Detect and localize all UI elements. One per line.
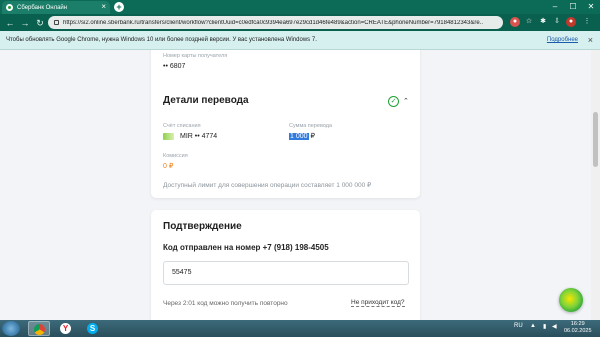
language-indicator[interactable]: RU [514,323,523,329]
browser-toolbar: ← → ↻ https://si2.online.sberbank.ru/tra… [0,14,600,31]
url-text: https://si2.online.sberbank.ru/transfers… [63,19,483,26]
new-tab-button[interactable]: + [114,2,124,12]
limit-text: Доступный лимит для совершения операции … [163,182,372,189]
bookmark-icon[interactable]: ☆ [524,17,534,27]
amount-label: Сумма перевода [289,123,333,129]
extension-icon[interactable]: ● [510,17,520,27]
details-title: Детали перевода [163,95,249,106]
taskbar-chrome[interactable] [28,321,50,336]
sber-assistant-button[interactable] [559,288,583,312]
browser-tab[interactable]: Сбербанк Онлайн × [2,1,110,14]
forward-arrow-icon[interactable]: → [19,17,31,29]
menu-kebab-icon[interactable]: ⋮ [582,17,592,27]
clock-time: 16:29 [570,321,585,327]
windows-taskbar: Y S RU ▲ ▮ ◀ 16:29 06.02.2025 [0,320,600,337]
system-clock[interactable]: 16:29 06.02.2025 [564,321,592,335]
tab-close-icon[interactable]: × [101,2,106,12]
profile-avatar-icon[interactable]: ● [566,17,576,27]
browser-tab-strip: Сбербанк Онлайн × + – ☐ ✕ [0,0,600,14]
lock-icon [54,20,59,25]
skype-icon: S [87,323,98,334]
confirmation-card: Подтверждение Код отправлен на номер +7 … [151,210,420,320]
maximize-button[interactable]: ☐ [564,0,582,14]
taskbar-yandex[interactable]: Y [55,321,77,336]
infobar-close-icon[interactable]: × [588,35,593,45]
network-icon[interactable]: ▮ [543,323,546,330]
amount-currency: ₽ [310,133,315,140]
yandex-browser-icon: Y [60,323,71,334]
extensions-puzzle-icon[interactable]: ✱ [538,17,548,27]
confirmation-title: Подтверждение [163,221,242,232]
sberbank-favicon-icon [6,4,13,11]
check-circle-icon: ✓ [388,96,399,107]
recipient-card-value: •• 6807 [163,63,186,70]
page-content: Номер карты получателя •• 6807 Детали пе… [0,50,600,320]
start-button[interactable] [2,321,20,336]
back-arrow-icon[interactable]: ← [4,17,16,29]
recipient-card-label: Номер карты получателя [163,53,228,59]
infobar-more-link[interactable]: Подробнее [547,37,578,43]
reload-icon[interactable]: ↻ [34,17,46,29]
chrome-update-infobar: Чтобы обновлять Google Chrome, нужна Win… [0,31,600,50]
code-sent-text: Код отправлен на номер +7 (918) 198-4505 [163,243,329,252]
address-bar[interactable]: https://si2.online.sberbank.ru/transfers… [48,16,503,29]
chrome-icon [34,324,45,335]
close-window-button[interactable]: ✕ [582,0,600,14]
tab-title: Сбербанк Онлайн [17,4,68,11]
window-controls: – ☐ ✕ [546,0,600,14]
chevron-up-icon[interactable]: ⌃ [403,97,409,105]
fee-label: Комиссия [163,153,188,159]
download-icon[interactable]: ⇩ [552,17,562,27]
resend-timer-text: Через 2:01 код можно получить повторно [163,300,288,307]
mir-card-icon [163,133,174,140]
scrollbar-thumb[interactable] [593,112,598,167]
clock-date: 06.02.2025 [564,328,592,334]
taskbar-skype[interactable]: S [82,321,104,336]
debit-account-label: Счёт списания [163,123,201,129]
volume-icon[interactable]: ◀ [552,323,557,330]
no-code-link[interactable]: Не приходит код? [351,299,405,307]
minimize-button[interactable]: – [546,0,564,14]
page-scrollbar[interactable] [591,50,600,320]
debit-account-value[interactable]: MIR •• 4774 [180,133,217,140]
infobar-message: Чтобы обновлять Google Chrome, нужна Win… [6,37,317,43]
amount-selected: 1 000 [289,133,309,140]
transfer-details-card: Номер карты получателя •• 6807 Детали пе… [151,50,420,198]
sms-code-input[interactable]: 55475 [163,261,409,285]
amount-value[interactable]: 1 000 ₽ [289,132,315,140]
tray-arrow-icon[interactable]: ▲ [530,323,536,329]
fee-value: 0 ₽ [163,163,174,170]
